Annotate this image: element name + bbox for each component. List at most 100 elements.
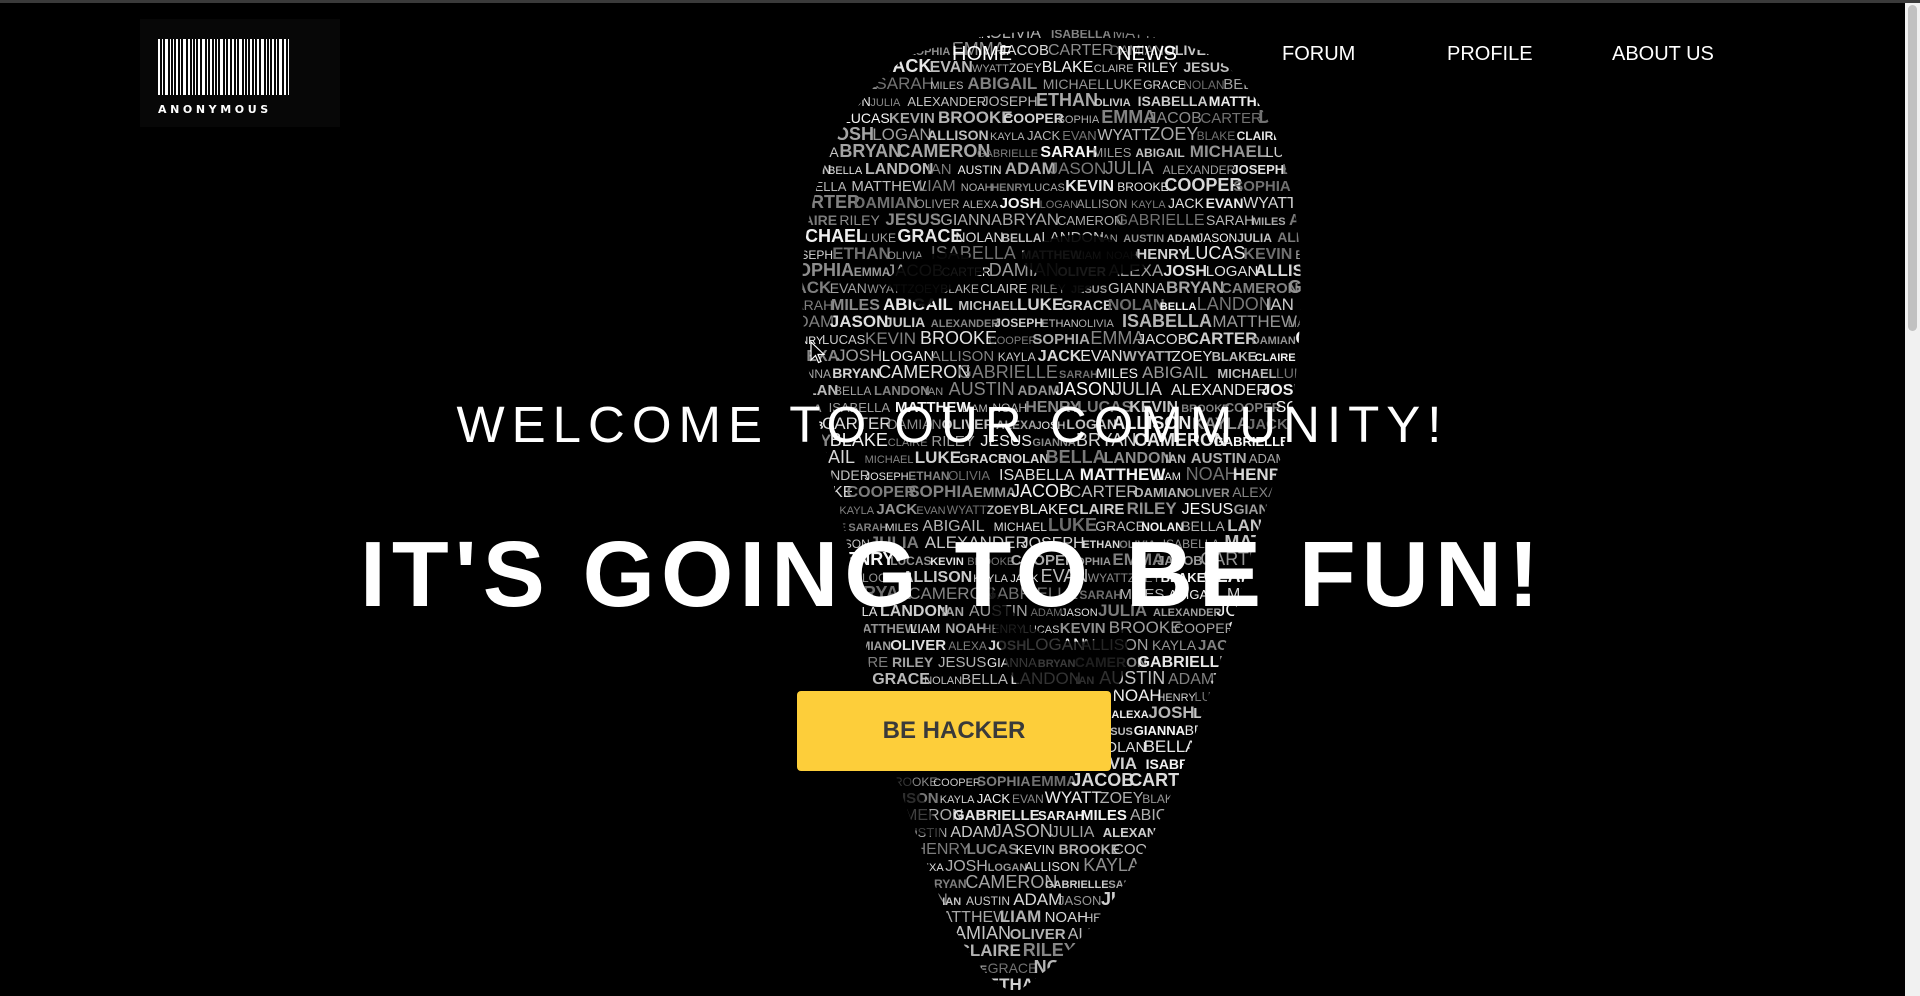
svg-text:BROOKE: BROOKE — [1117, 180, 1168, 194]
svg-text:WYATT: WYATT — [1097, 127, 1151, 144]
svg-text:ISABELLA: ISABELLA — [1317, 826, 1345, 840]
svg-text:ALEXANDER: ALEXANDER — [1103, 825, 1185, 840]
svg-text:GABRIELLE: GABRIELLE — [1267, 945, 1334, 959]
svg-text:MATTHEW: MATTHEW — [785, 843, 845, 857]
svg-text:JOSH: JOSH — [837, 346, 882, 365]
svg-text:BLAKE: BLAKE — [1296, 860, 1335, 874]
svg-text:BROOKE: BROOKE — [1292, 692, 1339, 704]
svg-text:ALLISON: ALLISON — [1077, 197, 1128, 211]
svg-text:LUCAS: LUCAS — [822, 332, 866, 347]
svg-text:CAMERON: CAMERON — [1057, 213, 1123, 228]
svg-text:JOSEPH: JOSEPH — [926, 977, 991, 994]
logo[interactable]: ANONYMOUS — [140, 19, 340, 127]
svg-text:MILES: MILES — [1271, 654, 1316, 671]
svg-text:DAMIAN: DAMIAN — [843, 639, 891, 653]
svg-text:COOPER: COOPER — [1336, 688, 1345, 704]
svg-text:ADAM: ADAM — [950, 824, 996, 841]
svg-text:LUKE: LUKE — [1297, 875, 1336, 892]
svg-text:CARTER: CARTER — [1122, 991, 1197, 996]
svg-text:CLAIRE: CLAIRE — [1182, 788, 1245, 807]
svg-text:SARAH: SARAH — [1206, 212, 1254, 228]
svg-text:OLIVIA: OLIVIA — [785, 909, 833, 926]
svg-text:JESUS: JESUS — [1321, 128, 1345, 143]
scrollbar-thumb[interactable] — [1908, 5, 1917, 331]
svg-text:NOAH: NOAH — [961, 182, 993, 194]
svg-text:CLAIRE: CLAIRE — [958, 941, 1021, 960]
svg-text:JASON: JASON — [1312, 958, 1345, 977]
svg-text:ADAM: ADAM — [1320, 739, 1345, 756]
nav-profile[interactable]: PROFILE — [1447, 43, 1533, 66]
svg-text:CARTER: CARTER — [1336, 842, 1345, 857]
svg-text:EVAN: EVAN — [1238, 637, 1275, 653]
svg-text:WYATT: WYATT — [818, 947, 856, 959]
be-hacker-button[interactable]: BE HACKER — [797, 691, 1111, 771]
svg-text:OLIVER: OLIVER — [1185, 486, 1230, 500]
svg-text:JACK: JACK — [1141, 858, 1177, 874]
nav-home[interactable]: HOME — [952, 43, 1012, 66]
site-header: ANONYMOUS HOME NEWS FORUM PROFILE ABOUT … — [0, 3, 1905, 127]
svg-text:GIANNA: GIANNA — [1130, 945, 1176, 959]
svg-text:NOAH: NOAH — [1274, 977, 1321, 994]
svg-text:ZOEY: ZOEY — [1295, 195, 1334, 211]
svg-text:EVAN: EVAN — [785, 945, 817, 959]
svg-text:LUKE: LUKE — [1276, 365, 1313, 381]
svg-text:BLAKE: BLAKE — [1142, 792, 1181, 806]
svg-text:ZOEY: ZOEY — [1322, 634, 1345, 654]
svg-text:ISABELLA: ISABELLA — [843, 907, 928, 926]
svg-text:JACK: JACK — [785, 278, 832, 297]
svg-text:IAN: IAN — [1165, 452, 1186, 466]
svg-text:JULIA: JULIA — [1105, 158, 1154, 178]
svg-text:NOAH: NOAH — [1045, 909, 1088, 926]
svg-text:ALEXANDER: ALEXANDER — [1308, 671, 1345, 687]
svg-text:COOPER: COOPER — [1262, 911, 1314, 925]
svg-text:BRYAN: BRYAN — [839, 141, 901, 161]
nav-about-us[interactable]: ABOUT US — [1612, 43, 1714, 66]
svg-text:CLAIRE: CLAIRE — [1237, 129, 1282, 143]
svg-text:BLAKE: BLAKE — [1197, 129, 1236, 143]
svg-text:GIANNA: GIANNA — [871, 875, 926, 891]
svg-text:RILEY: RILEY — [785, 876, 824, 891]
svg-text:OLIVER: OLIVER — [850, 858, 905, 875]
svg-text:MILES: MILES — [1081, 807, 1127, 824]
svg-text:LANDON: LANDON — [865, 161, 933, 178]
svg-text:JESUS: JESUS — [1305, 787, 1345, 807]
svg-text:BRYAN: BRYAN — [1185, 722, 1232, 738]
svg-text:JASON: JASON — [1210, 671, 1265, 688]
svg-text:WYATT: WYATT — [947, 503, 988, 517]
svg-text:ALLISON: ALLISON — [1242, 705, 1308, 722]
svg-text:JOSH: JOSH — [1327, 992, 1345, 996]
svg-text:JACK: JACK — [1027, 128, 1061, 143]
svg-text:COOPER: COOPER — [1343, 244, 1345, 263]
nav-forum[interactable]: FORUM — [1282, 43, 1355, 66]
svg-text:ALEXA: ALEXA — [948, 639, 987, 653]
svg-text:LUKE: LUKE — [1017, 295, 1063, 314]
svg-text:SARAH: SARAH — [785, 297, 833, 313]
svg-text:LOGAN: LOGAN — [1323, 484, 1345, 501]
svg-text:BRYAN: BRYAN — [832, 365, 880, 381]
svg-text:JASON: JASON — [1284, 454, 1322, 466]
svg-text:LUKE: LUKE — [865, 231, 896, 245]
svg-text:LOGAN: LOGAN — [1193, 705, 1247, 722]
svg-text:BRYAN: BRYAN — [1177, 945, 1218, 959]
svg-text:NOAH: NOAH — [1302, 757, 1340, 772]
svg-text:KEVIN: KEVIN — [1065, 178, 1114, 195]
svg-text:EVAN: EVAN — [1080, 348, 1122, 365]
svg-text:RILEY: RILEY — [1127, 499, 1178, 518]
svg-text:CARTER: CARTER — [1187, 329, 1258, 348]
svg-text:OLIVER: OLIVER — [915, 197, 959, 211]
svg-text:DAMIAN: DAMIAN — [1252, 335, 1296, 347]
svg-text:LOGAN: LOGAN — [1165, 926, 1214, 942]
svg-text:MICHAEL: MICHAEL — [1190, 142, 1267, 161]
svg-text:COOPER: COOPER — [933, 777, 981, 789]
svg-text:NOAH: NOAH — [1186, 464, 1238, 484]
svg-text:MATTHEW: MATTHEW — [1217, 760, 1273, 772]
svg-text:LUKE: LUKE — [957, 964, 987, 976]
svg-text:ABIGAIL: ABIGAIL — [1130, 807, 1192, 824]
page-scrollbar[interactable] — [1905, 3, 1920, 996]
svg-text:DAMIAN: DAMIAN — [1134, 485, 1186, 500]
svg-text:ALEXA: ALEXA — [785, 129, 826, 143]
svg-text:ETHAN: ETHAN — [1221, 824, 1272, 841]
svg-text:SOPHIA: SOPHIA — [908, 482, 973, 501]
nav-news[interactable]: NEWS — [1117, 43, 1177, 66]
svg-text:SOPHIA: SOPHIA — [1309, 911, 1345, 925]
